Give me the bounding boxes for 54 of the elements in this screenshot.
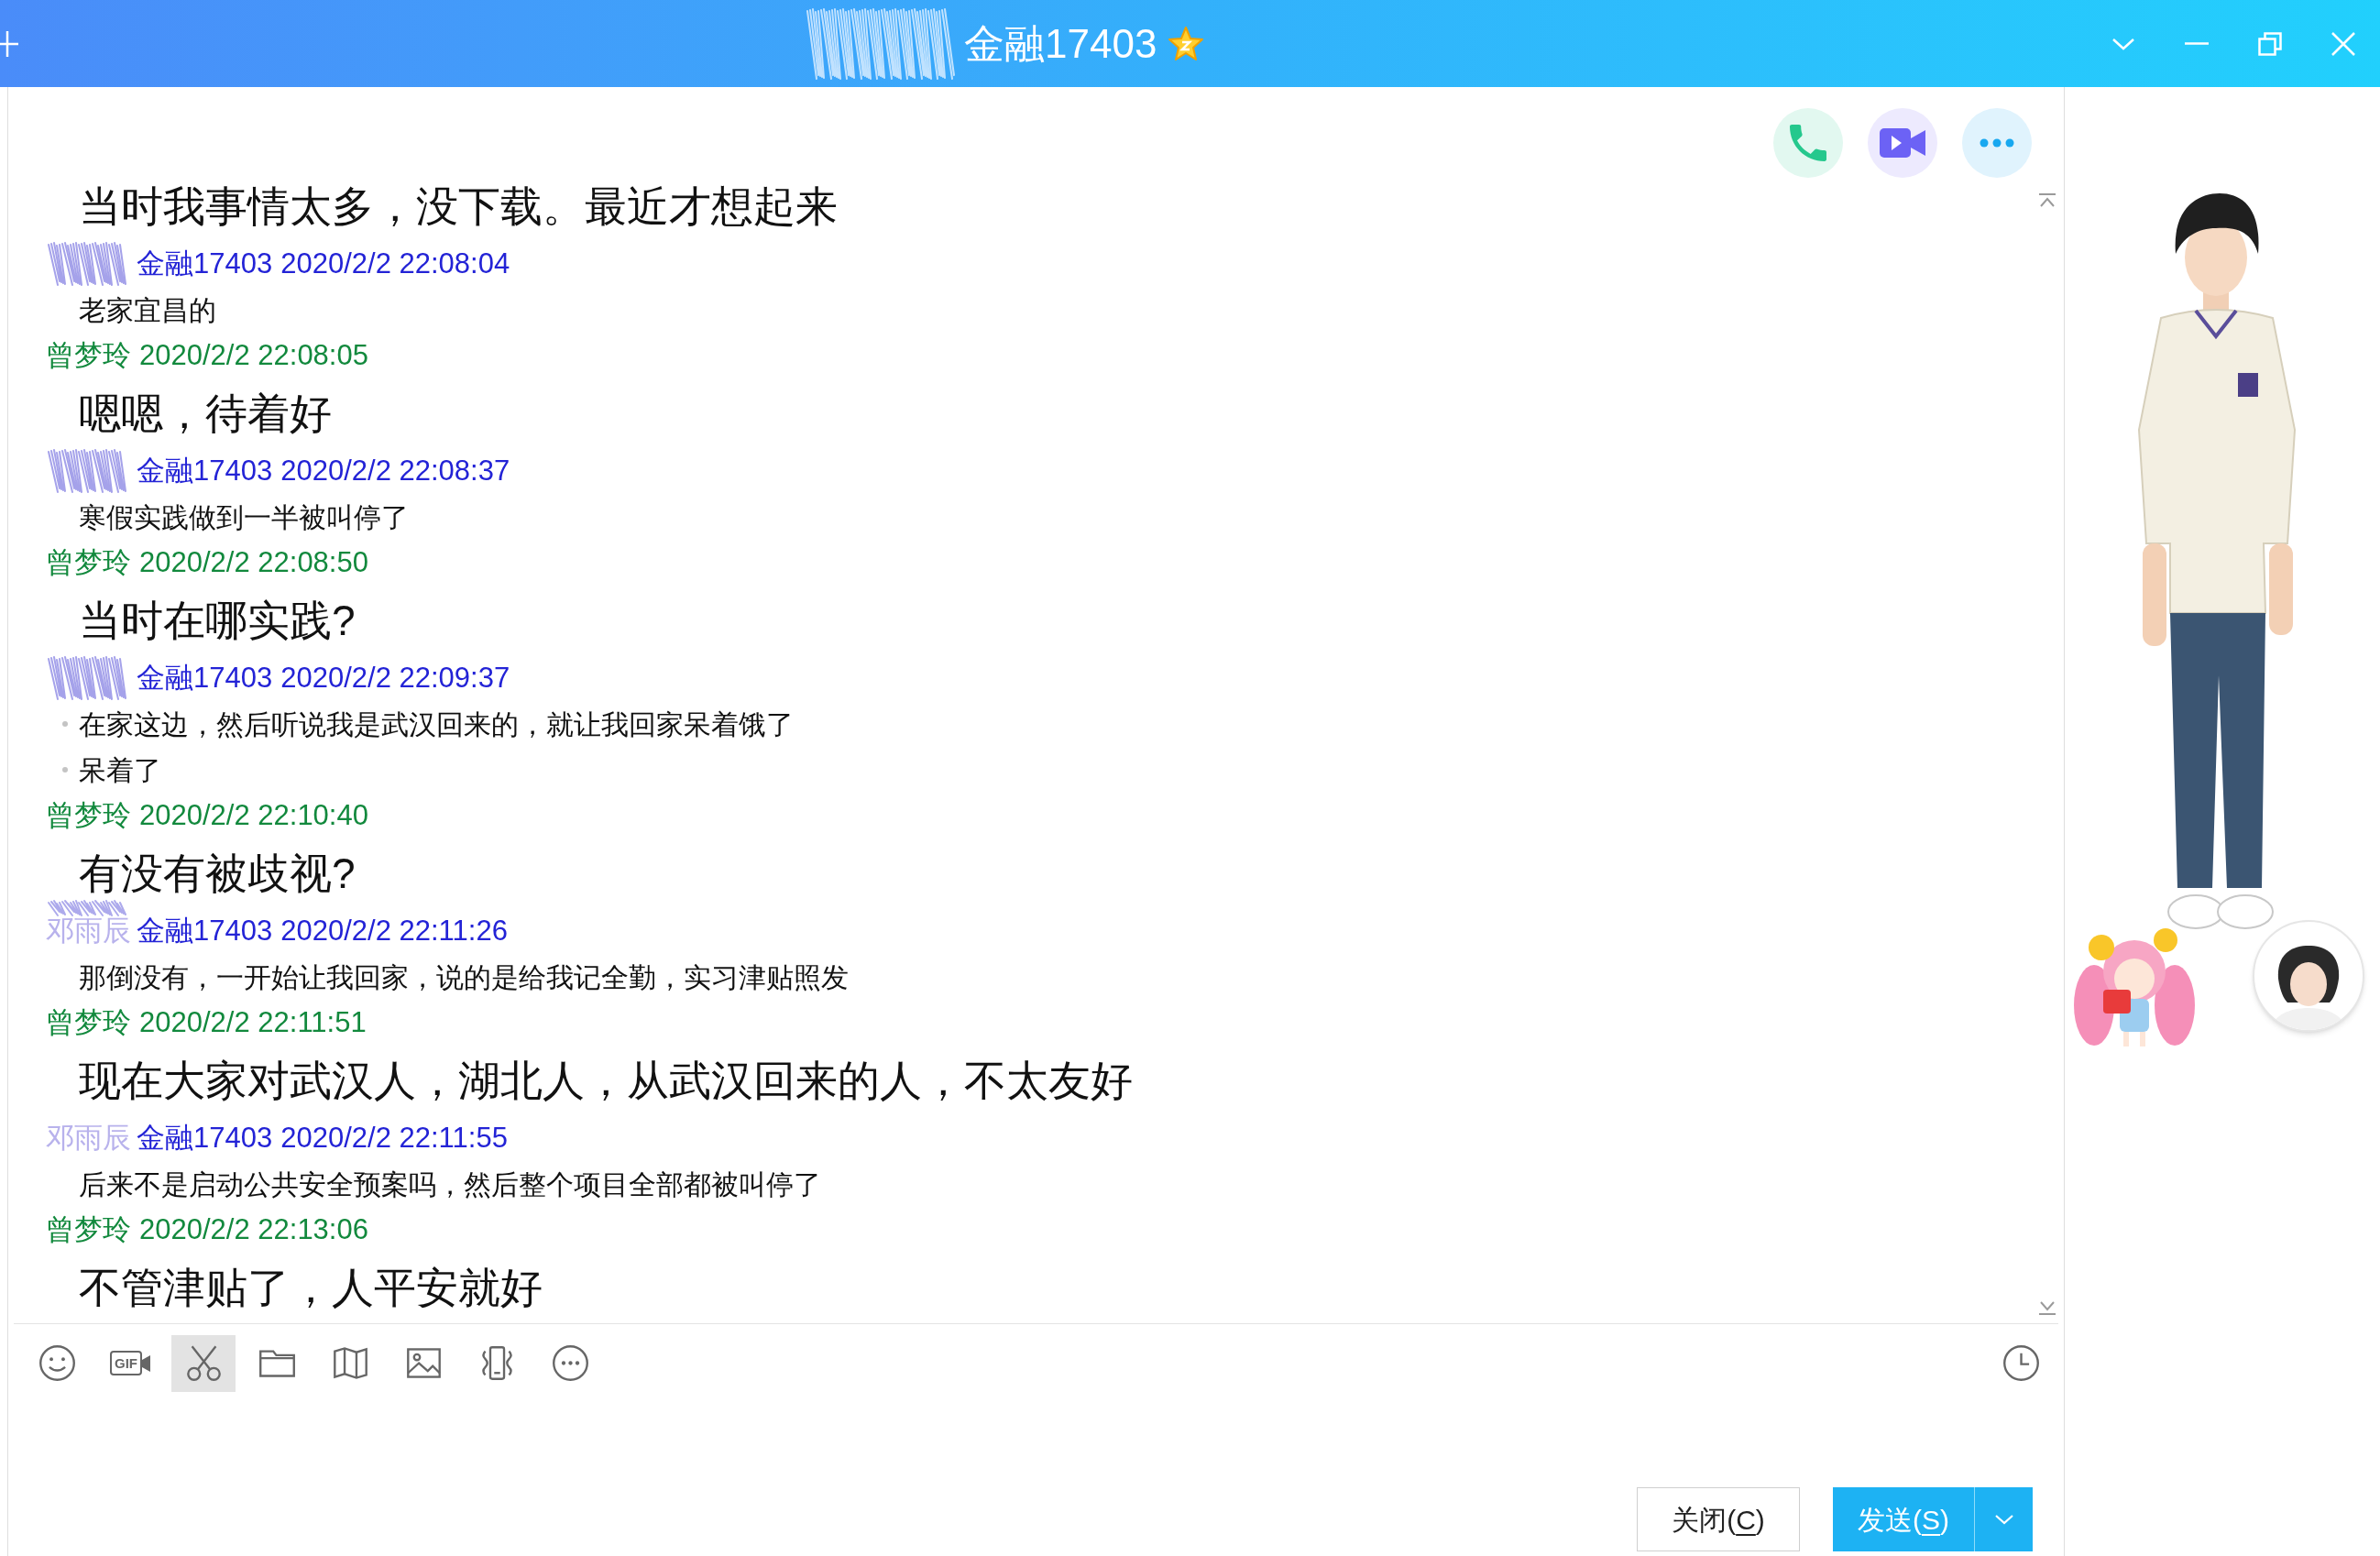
sender-name: 曾梦玲 [46, 1211, 131, 1247]
message-text: 老家宜昌的 [79, 293, 216, 327]
sender-name: 曾梦玲 [46, 544, 131, 580]
sender-name: 曾梦玲 [46, 1004, 131, 1040]
sender-name: 曾梦玲 [46, 337, 131, 373]
star-icon [1168, 25, 1205, 62]
triangle-icon [142, 1354, 150, 1372]
gif-button[interactable]: GIF [98, 1334, 162, 1392]
message-text: 当时在哪实践? [79, 595, 356, 646]
restore-icon [2258, 31, 2282, 56]
message-time: 2020/2/2 22:08:04 [280, 246, 510, 281]
video-camera-icon [1880, 126, 1925, 159]
message-text: 嗯嗯，待着好 [79, 388, 332, 439]
window-title: 金融17403 [964, 23, 1157, 64]
message-text: 现在大家对武汉人，湖北人，从武汉回来的人，不太友好 [79, 1055, 1133, 1106]
close-icon [2331, 31, 2355, 56]
message-time: 2020/2/2 22:11:51 [139, 1004, 367, 1040]
chevron-down-icon [2111, 37, 2135, 50]
sender-name: 曾梦玲 [46, 797, 131, 833]
sender-alias: 邓雨辰 [46, 1120, 131, 1156]
caret-icon [1993, 1514, 2014, 1525]
message-time: 2020/2/2 22:08:05 [139, 337, 368, 373]
close-window-button[interactable]: 关闭(C) [1637, 1487, 1800, 1551]
minimize-icon [2185, 42, 2209, 45]
scroll-to-top-icon[interactable] [2038, 192, 2056, 209]
sender-name: 金融17403 [137, 1120, 273, 1156]
message-text: 后来不是启动公共安全预案吗，然后整个项目全部都被叫停了 [79, 1167, 821, 1201]
plus-icon[interactable] [0, 29, 18, 58]
sender-name: 金融17403 [137, 913, 273, 948]
sender-name: 金融17403 [137, 246, 273, 281]
scroll-to-bottom-icon[interactable] [2038, 1299, 2056, 1316]
message-text: 在家这边，然后听说我是武汉回来的，就让我回家呆着饿了 [79, 707, 794, 741]
more-icon [550, 1343, 590, 1383]
message-text: 寒假实践做到一半被叫停了 [79, 500, 409, 534]
phone-icon [1790, 125, 1826, 161]
more-icon [1980, 138, 2014, 148]
message-time: 2020/2/2 22:10:40 [139, 797, 368, 833]
message-text: 不管津贴了，人平安就好 [79, 1262, 543, 1313]
smiley-icon [37, 1343, 77, 1383]
sender-name: 金融17403 [137, 453, 273, 488]
message-text: 当时我事情太多，没下载。最近才想起来 [79, 181, 838, 232]
message-time: 2020/2/2 22:08:50 [139, 544, 368, 580]
message-time: 2020/2/2 22:09:37 [280, 660, 510, 696]
message-time: 2020/2/2 22:11:55 [280, 1120, 508, 1156]
clock-icon [2001, 1343, 2041, 1383]
sender-name: 金融17403 [137, 660, 273, 696]
message-time: 2020/2/2 22:08:37 [280, 453, 510, 488]
message-text: 有没有被歧视? [79, 848, 356, 899]
message-time: 2020/2/2 22:13:06 [139, 1211, 368, 1247]
sender-alias: 邓雨辰 [46, 913, 131, 948]
screenshot-button[interactable] [171, 1334, 236, 1392]
message-text: 呆着了 [79, 753, 161, 787]
message-text: 那倒没有，一开始让我回家，说的是给我记全勤，实习津贴照发 [79, 960, 849, 994]
message-time: 2020/2/2 22:11:26 [280, 913, 508, 948]
